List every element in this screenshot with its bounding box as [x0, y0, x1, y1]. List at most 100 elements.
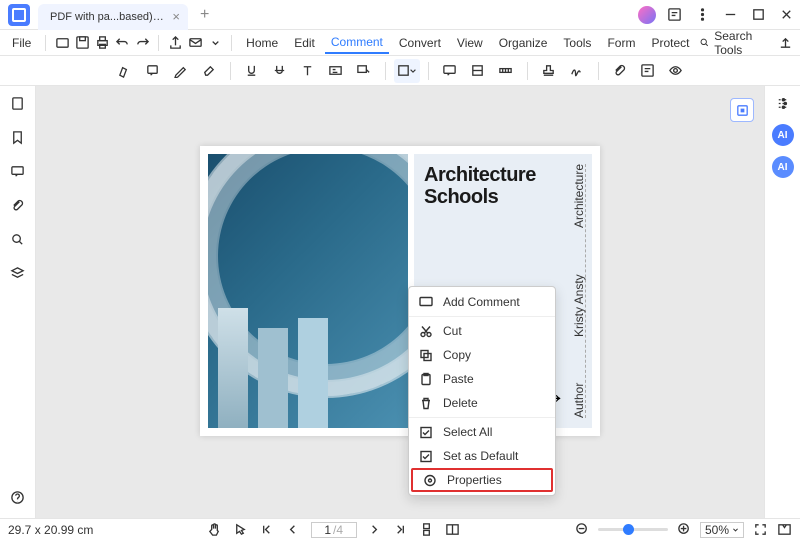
floating-panel-icon[interactable]	[730, 98, 754, 122]
comment-icon	[419, 295, 433, 309]
ai-badge-2[interactable]: AI	[772, 156, 794, 178]
fit-page-icon[interactable]	[752, 522, 768, 538]
comment-tool-icon[interactable]	[437, 59, 463, 83]
notes-icon[interactable]	[662, 3, 686, 27]
menu-form[interactable]: Form	[601, 33, 641, 53]
help-icon[interactable]	[10, 490, 26, 506]
area-highlight-tool-icon[interactable]	[465, 59, 491, 83]
menu-organize[interactable]: Organize	[493, 33, 554, 53]
eraser-tool-icon[interactable]	[196, 59, 222, 83]
menu-edit[interactable]: Edit	[288, 33, 321, 53]
trash-icon	[419, 396, 433, 410]
share-icon[interactable]	[167, 32, 183, 54]
reading-mode-icon[interactable]	[445, 522, 461, 538]
close-window-button[interactable]	[774, 3, 798, 27]
text-tool-icon[interactable]	[295, 59, 321, 83]
zoom-level-select[interactable]: 50%	[700, 522, 744, 538]
hide-annotations-icon[interactable]	[663, 59, 689, 83]
page-dimensions: 29.7 x 20.99 cm	[8, 523, 93, 537]
shape-tool-icon[interactable]	[394, 59, 420, 83]
note-tool-icon[interactable]	[140, 59, 166, 83]
menu-comment[interactable]: Comment	[325, 32, 389, 54]
new-tab-button[interactable]: +	[200, 6, 209, 24]
fullscreen-icon[interactable]	[776, 522, 792, 538]
menu-tools[interactable]: Tools	[557, 33, 597, 53]
redo-icon[interactable]	[134, 32, 150, 54]
page-number-input[interactable]: 1/4	[311, 522, 357, 538]
minimize-button[interactable]	[718, 3, 742, 27]
upload-icon[interactable]	[778, 32, 794, 54]
select-tool-icon[interactable]	[233, 522, 249, 538]
pdf-sidebar-text: Author Kristy Ansty Architecture	[572, 164, 586, 418]
callout-tool-icon[interactable]	[351, 59, 377, 83]
menu-protect[interactable]: Protect	[645, 33, 695, 53]
signature-tool-icon[interactable]	[564, 59, 590, 83]
zoom-slider[interactable]	[598, 528, 668, 531]
tab-close-icon[interactable]: ×	[172, 9, 180, 24]
print-icon[interactable]	[94, 32, 110, 54]
attachment-tool-icon[interactable]	[607, 59, 633, 83]
annotation-toolbar	[0, 56, 800, 86]
bookmarks-icon[interactable]	[10, 130, 26, 146]
thumbnails-icon[interactable]	[10, 96, 26, 112]
right-side-panel: AI AI	[764, 86, 800, 518]
ctx-delete[interactable]: Delete	[409, 391, 555, 415]
ctx-add-comment[interactable]: Add Comment	[409, 290, 555, 314]
highlight-tool-icon[interactable]	[112, 59, 138, 83]
ctx-select-all[interactable]: Select All	[409, 420, 555, 444]
hand-tool-icon[interactable]	[207, 522, 223, 538]
prev-page-icon[interactable]	[285, 522, 301, 538]
copy-icon	[419, 348, 433, 362]
first-page-icon[interactable]	[259, 522, 275, 538]
ctx-copy[interactable]: Copy	[409, 343, 555, 367]
title-bar: PDF with pa...based).pdf * × +	[0, 0, 800, 30]
layers-icon[interactable]	[10, 266, 26, 282]
textbox-tool-icon[interactable]	[323, 59, 349, 83]
status-bar: 29.7 x 20.99 cm 1/4 50%	[0, 518, 800, 540]
pdf-title-line2: Schools	[424, 186, 582, 208]
menu-home[interactable]: Home	[240, 33, 284, 53]
search-tools[interactable]: Search Tools	[699, 29, 763, 57]
save-icon[interactable]	[74, 32, 90, 54]
tab-title: PDF with pa...based).pdf *	[50, 11, 166, 23]
ctx-properties[interactable]: Properties	[411, 468, 553, 492]
document-tab[interactable]: PDF with pa...based).pdf * ×	[38, 4, 188, 30]
ctx-paste[interactable]: Paste	[409, 367, 555, 391]
attachments-panel-icon[interactable]	[10, 198, 26, 214]
ctx-cut[interactable]: Cut	[409, 319, 555, 343]
menu-view[interactable]: View	[451, 33, 489, 53]
undo-icon[interactable]	[114, 32, 130, 54]
pdf-cover-image	[208, 154, 408, 428]
measure-tool-icon[interactable]	[493, 59, 519, 83]
document-canvas[interactable]: Architecture Schools Author Kristy Ansty…	[36, 86, 764, 518]
last-page-icon[interactable]	[393, 522, 409, 538]
open-icon[interactable]	[54, 32, 70, 54]
menu-convert[interactable]: Convert	[393, 33, 447, 53]
comments-panel-icon[interactable]	[10, 164, 26, 180]
underline-tool-icon[interactable]	[239, 59, 265, 83]
kebab-menu-icon[interactable]	[690, 3, 714, 27]
pencil-tool-icon[interactable]	[168, 59, 194, 83]
zoom-in-icon[interactable]	[676, 522, 692, 538]
chevron-down-icon[interactable]	[207, 32, 223, 54]
file-menu[interactable]: File	[6, 36, 37, 50]
properties-panel-icon[interactable]	[775, 96, 790, 114]
scroll-mode-icon[interactable]	[419, 522, 435, 538]
next-page-icon[interactable]	[367, 522, 383, 538]
ctx-set-default[interactable]: Set as Default	[409, 444, 555, 468]
comment-list-icon[interactable]	[635, 59, 661, 83]
zoom-slider-thumb[interactable]	[623, 524, 634, 535]
menu-bar: File Home Edit Comment Convert View Orga…	[0, 30, 800, 56]
email-icon[interactable]	[187, 32, 203, 54]
ai-assistant-icon[interactable]	[638, 6, 656, 24]
app-logo	[8, 4, 30, 26]
check-icon	[419, 425, 433, 439]
maximize-button[interactable]	[746, 3, 770, 27]
zoom-out-icon[interactable]	[574, 522, 590, 538]
stamp-tool-icon[interactable]	[536, 59, 562, 83]
strikethrough-tool-icon[interactable]	[267, 59, 293, 83]
left-side-panel	[0, 86, 36, 518]
magnifier-icon	[699, 35, 710, 50]
search-panel-icon[interactable]	[10, 232, 26, 248]
ai-badge-1[interactable]: AI	[772, 124, 794, 146]
